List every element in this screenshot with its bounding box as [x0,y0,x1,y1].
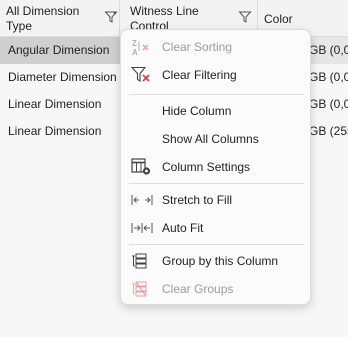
menu-item-label: Clear Sorting [162,40,233,54]
cell-dimension-type: Angular Dimension [0,37,120,64]
clear-groups-icon [132,281,147,297]
column-header-dimension-type[interactable]: All Dimension Type [0,0,120,36]
autofit-icon [131,223,153,233]
filter-icon[interactable] [238,10,252,24]
menu-item-label: Clear Groups [162,282,234,296]
column-header-label: Color [264,12,293,26]
filter-clear-icon [131,66,150,82]
cell-color: GB (0,0, [309,70,348,84]
menu-item-label: Group by this Column [162,254,279,268]
menu-separator [129,94,304,95]
stretch-icon [131,195,153,205]
menu-item-clear-sorting[interactable]: Z A Clear Sorting [121,33,310,61]
svg-text:Z: Z [132,39,137,48]
cell-color: GB (0,0, [309,97,348,111]
sort-clear-icon: Z A [132,39,149,56]
menu-item-label: Stretch to Fill [162,193,233,207]
menu-item-label: Hide Column [162,104,232,118]
menu-separator [129,244,304,245]
menu-item-column-settings[interactable]: Column Settings [121,153,310,181]
menu-item-hide-column[interactable]: Hide Column [121,97,310,125]
menu-item-clear-groups[interactable]: Clear Groups [121,275,310,303]
menu-item-label: Clear Filtering [162,68,237,82]
cell-dimension-type: Linear Dimension [8,97,102,111]
group-icon [132,253,147,269]
menu-item-label: Column Settings [162,160,251,174]
menu-item-show-all-columns[interactable]: Show All Columns [121,125,310,153]
filter-icon[interactable] [104,10,118,24]
menu-item-clear-filtering[interactable]: Clear Filtering [121,61,310,89]
column-header-label: All Dimension Type [6,4,80,33]
cell-color: GB (0,0, [309,43,348,57]
cell-dimension-type: Linear Dimension [8,124,102,138]
menu-separator [129,183,304,184]
menu-item-group-by-column[interactable]: Group by this Column [121,247,310,275]
menu-item-stretch-to-fill[interactable]: Stretch to Fill [121,186,310,214]
menu-item-label: Show All Columns [162,132,259,146]
menu-item-auto-fit[interactable]: Auto Fit [121,214,310,242]
column-context-menu: Z A Clear Sorting Clear Filtering Hide C… [120,29,311,305]
column-settings-icon [131,158,151,175]
cell-dimension-type: Diameter Dimension [8,70,117,84]
cell-color: GB (255 [309,124,348,138]
menu-item-label: Auto Fit [162,221,204,235]
svg-text:A: A [132,48,138,56]
